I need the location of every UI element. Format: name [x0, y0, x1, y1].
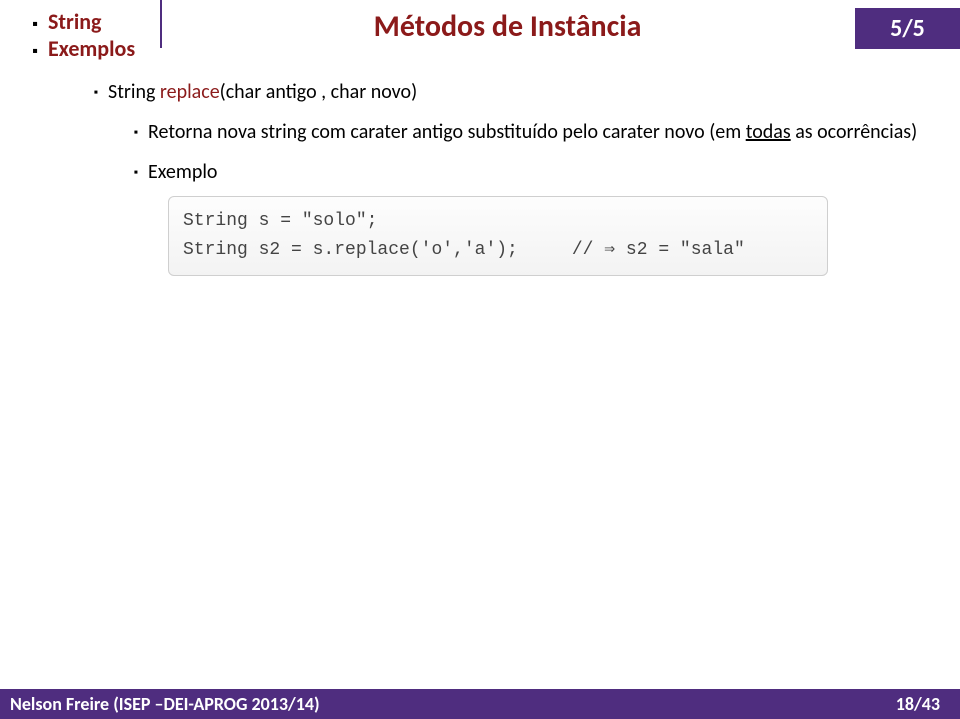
code-line-2: String s2 = s.replace('o','a'); // ⇒ s2 …: [183, 236, 813, 265]
code-left: String s2 = s.replace('o','a');: [183, 240, 518, 260]
example-label-row: ▪ Exemplo: [92, 160, 960, 184]
subtopic-text: Exemplos: [48, 35, 135, 62]
header: ▪ String ▪ Exemplos Métodos de Instância 5…: [0, 0, 960, 62]
footer: Nelson Freire (ISEP –DEI-APROG 2013/14) …: [0, 689, 960, 719]
desc-suffix: as ocorrências): [791, 120, 917, 144]
subtopic-label: ▪ Exemplos: [30, 35, 160, 62]
topic-text: String: [48, 8, 102, 35]
bullet-icon: ▪: [30, 42, 40, 61]
bullet-icon: ▪: [132, 126, 140, 140]
desc-prefix: Retorna nova string com carater antigo s…: [148, 120, 746, 144]
bullet-icon: ▪: [30, 15, 40, 34]
bullet-icon: ▪: [92, 86, 100, 100]
content-area: ▪ String replace(char antigo , char novo)…: [0, 62, 960, 276]
section-page-indicator: 5/5: [855, 8, 960, 49]
footer-right: 18/43: [896, 693, 940, 715]
code-line-1: String s = "solo";: [183, 207, 813, 236]
arrow-icon: ⇒: [604, 240, 615, 260]
page-title: Métodos de Instância: [160, 8, 855, 45]
vertical-divider: [160, 0, 162, 48]
bullet-icon: ▪: [132, 166, 140, 180]
sig-prefix: String: [108, 80, 160, 104]
example-label: Exemplo: [148, 160, 217, 184]
code-box: String s = "solo"; String s2 = s.replace…: [168, 196, 828, 276]
footer-left: Nelson Freire (ISEP –DEI-APROG 2013/14): [10, 693, 320, 715]
description-row: ▪ Retorna nova string com carater antigo …: [92, 120, 960, 144]
code-right: s2 = "sala": [615, 240, 745, 260]
desc-under: todas: [746, 120, 791, 144]
method-signature-row: ▪ String replace(char antigo , char novo): [92, 80, 960, 104]
sig-method: replace: [160, 80, 220, 104]
sig-suffix: (char antigo , char novo): [220, 80, 417, 104]
topic-label: ▪ String: [30, 8, 160, 35]
